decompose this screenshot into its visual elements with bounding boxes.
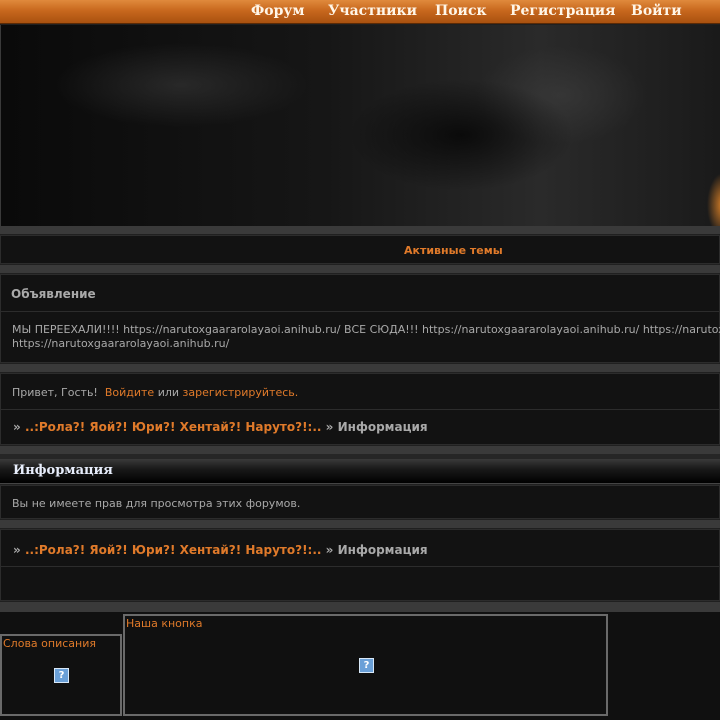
- active-topics-link[interactable]: Активные темы: [404, 244, 503, 257]
- breadcrumb-bottom: » ..:Рола?! Яой?! Юри?! Хентай?! Наруто?…: [13, 543, 428, 557]
- missing-image-icon: ?: [54, 668, 69, 683]
- nav-search[interactable]: Поиск: [435, 3, 487, 19]
- breadcrumb-panel-bottom: [0, 529, 720, 601]
- active-topics-panel: [0, 235, 720, 264]
- greeting-prefix: Привет, Гость!: [12, 386, 98, 399]
- breadcrumb-current: Информация: [337, 420, 428, 434]
- separator: [0, 520, 720, 528]
- breadcrumb-separator: »: [13, 420, 21, 434]
- separator: [0, 602, 720, 612]
- greeting: Привет, Гость! Войдите или зарегистрируй…: [12, 386, 298, 399]
- separator: [0, 226, 720, 234]
- register-link[interactable]: зарегистрируйтесь.: [183, 386, 299, 399]
- breadcrumb-forum-link[interactable]: ..:Рола?! Яой?! Юри?! Хентай?! Наруто?!:…: [25, 543, 322, 557]
- info-title: Информация: [13, 463, 113, 478]
- info-header: Информация: [0, 459, 720, 484]
- breadcrumb-separator: »: [325, 543, 334, 557]
- our-button-box: Наша кнопка ?: [123, 614, 608, 716]
- breadcrumb: » ..:Рола?! Яой?! Юри?! Хентай?! Наруто?…: [13, 420, 428, 434]
- nav-register[interactable]: Регистрация: [510, 3, 616, 19]
- nav-members[interactable]: Участники: [328, 3, 417, 19]
- breadcrumb-current: Информация: [337, 543, 428, 557]
- announcement-text: МЫ ПЕРЕЕХАЛИ!!!! https://narutoxgaararol…: [12, 323, 720, 351]
- separator: [0, 446, 720, 454]
- nav-login[interactable]: Войти: [631, 3, 682, 19]
- breadcrumb-separator: »: [13, 543, 21, 557]
- greeting-or: или: [157, 386, 180, 399]
- info-message: Вы не имеете прав для просмотра этих фор…: [12, 497, 301, 510]
- breadcrumb-forum-link[interactable]: ..:Рола?! Яой?! Юри?! Хентай?! Наруто?!:…: [25, 420, 322, 434]
- divider: [0, 566, 720, 567]
- description-words-box: Слова описания ?: [0, 634, 122, 716]
- divider: [0, 409, 720, 410]
- description-words-label: Слова описания: [3, 637, 96, 650]
- divider: [0, 311, 720, 312]
- separator: [0, 265, 720, 273]
- announcement-title: Объявление: [11, 287, 96, 301]
- our-button-label: Наша кнопка: [126, 617, 203, 630]
- announcement-line-1: МЫ ПЕРЕЕХАЛИ!!!! https://narutoxgaararol…: [12, 323, 720, 336]
- header-banner: [0, 25, 720, 226]
- nav-forum[interactable]: Форум: [251, 3, 305, 19]
- separator: [0, 364, 720, 372]
- login-link[interactable]: Войдите: [105, 386, 154, 399]
- announcement-line-2: https://narutoxgaararolayaoi.anihub.ru/: [12, 337, 230, 350]
- top-navigation: Форум Участники Поиск Регистрация Войти: [0, 0, 720, 24]
- missing-image-icon[interactable]: ?: [359, 658, 374, 673]
- breadcrumb-separator: »: [325, 420, 334, 434]
